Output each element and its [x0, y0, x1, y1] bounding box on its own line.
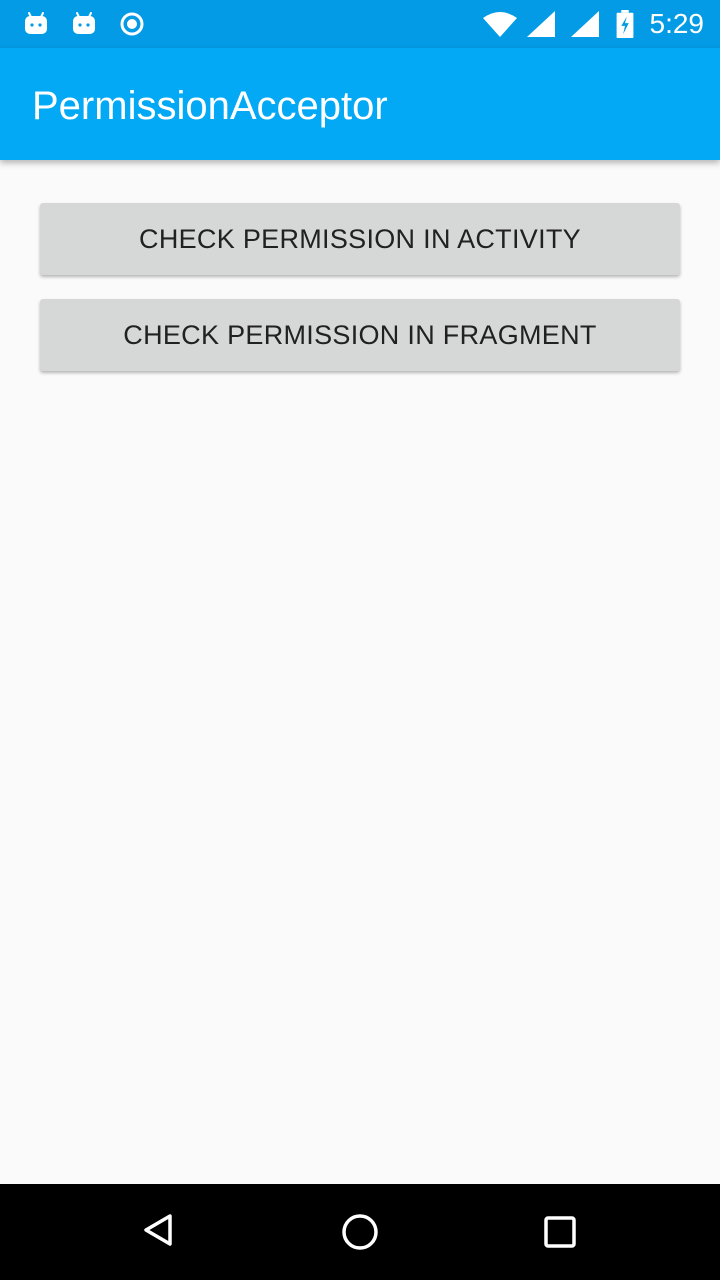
navigation-bar: [0, 1184, 720, 1280]
sync-circle-icon: [118, 10, 146, 38]
home-icon[interactable]: [336, 1208, 384, 1256]
app-bar: PermissionAcceptor: [0, 48, 720, 160]
wifi-icon: [482, 10, 518, 38]
status-time: 5:29: [649, 8, 705, 39]
check-permission-activity-button[interactable]: CHECK PERMISSION IN ACTIVITY: [40, 203, 680, 275]
app-title: PermissionAcceptor: [32, 84, 388, 128]
screen: 5:29 PermissionAcceptor CHECK PERMISSION…: [0, 0, 720, 1280]
android-icon: [70, 10, 98, 38]
status-bar: 5:29: [0, 0, 720, 48]
check-permission-fragment-button[interactable]: CHECK PERMISSION IN FRAGMENT: [40, 299, 680, 371]
back-icon[interactable]: [136, 1208, 184, 1256]
signal-icon: [526, 10, 556, 38]
battery-charging-icon: [614, 10, 636, 38]
android-icon: [22, 10, 50, 38]
signal-icon: [570, 10, 600, 38]
main-content: CHECK PERMISSION IN ACTIVITY CHECK PERMI…: [0, 160, 720, 1184]
recents-icon[interactable]: [536, 1208, 584, 1256]
